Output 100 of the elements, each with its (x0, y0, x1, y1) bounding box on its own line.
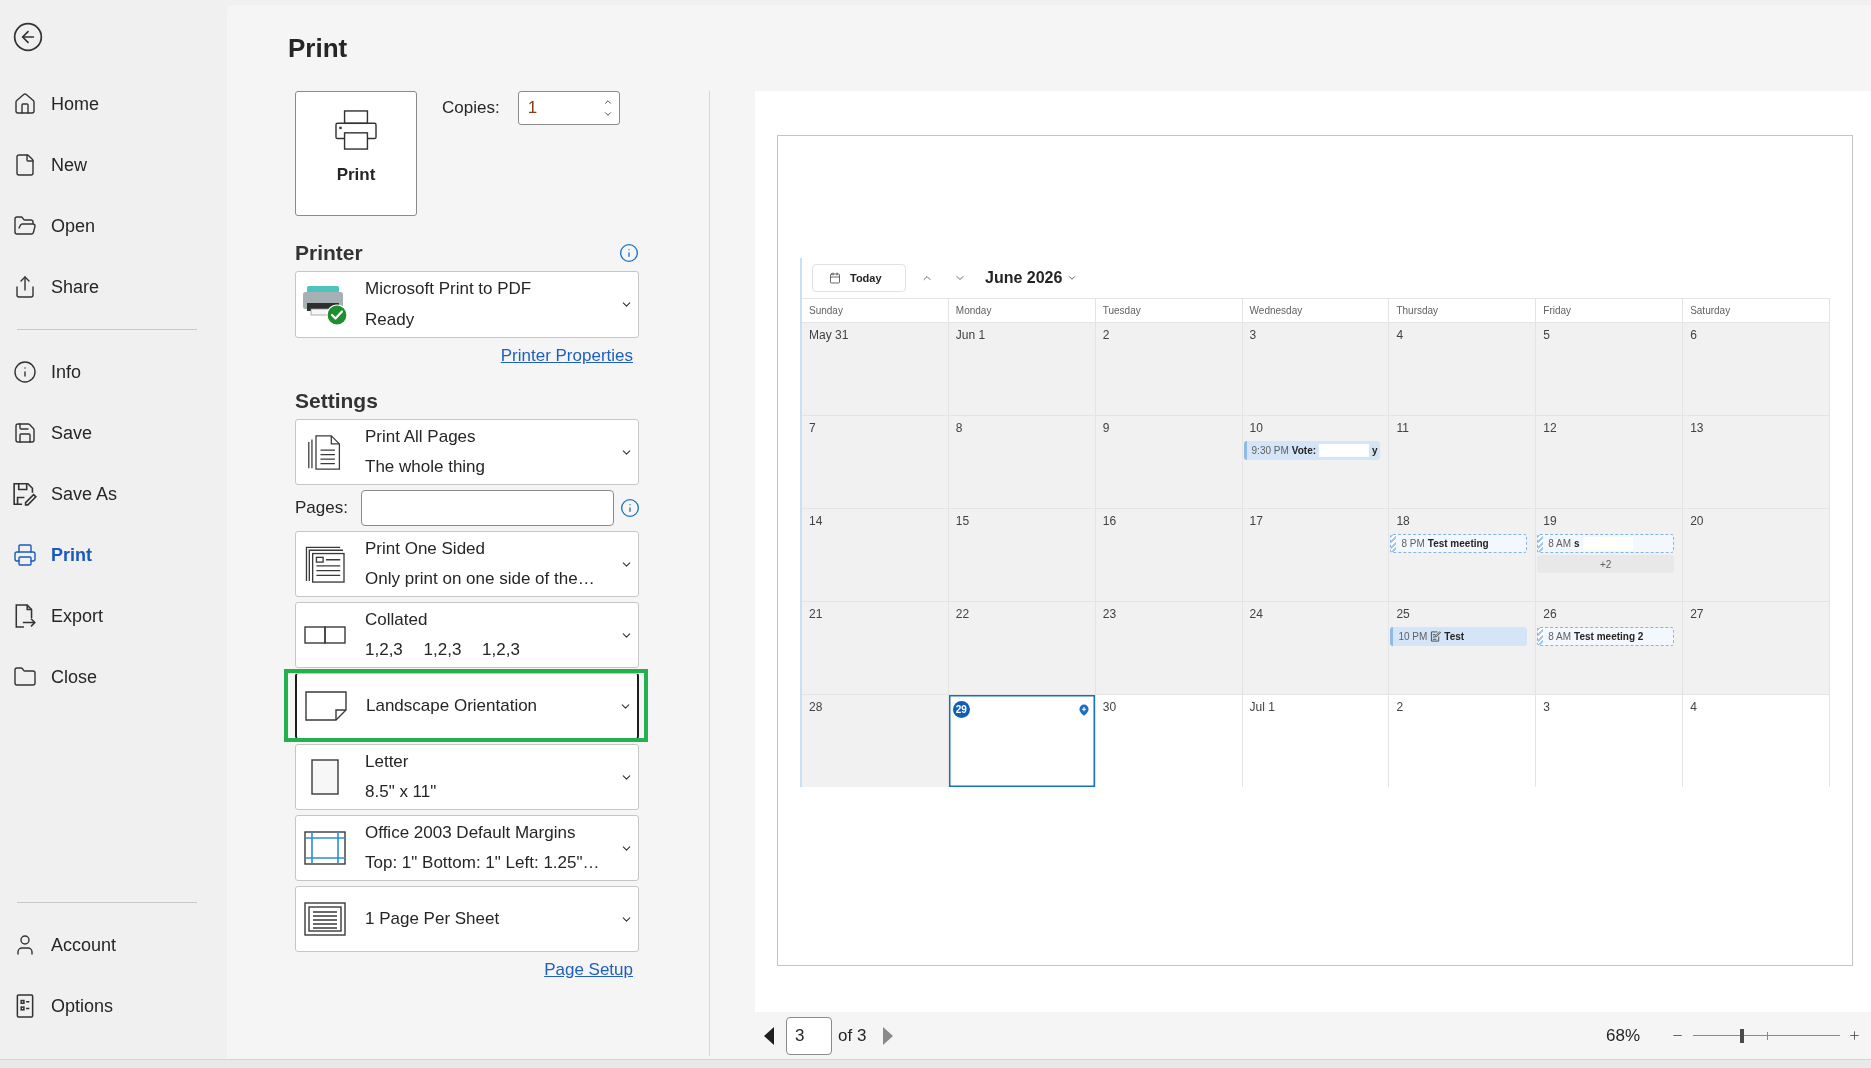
day-cell[interactable]: 20 (1683, 509, 1830, 602)
day-cell[interactable]: 17 (1242, 509, 1390, 602)
day-number: 15 (955, 514, 970, 528)
day-cell[interactable]: 16 (1095, 509, 1243, 602)
info-icon[interactable] (619, 243, 639, 263)
day-number: 21 (809, 607, 823, 621)
day-number: 8 (955, 421, 963, 435)
day-cell[interactable]: 29 (948, 695, 1096, 787)
page-setup-link[interactable]: Page Setup (544, 960, 633, 980)
month-dropdown[interactable]: June 2026 (985, 266, 1078, 290)
day-cell[interactable]: 10 9:30 PM Vote: y (1242, 416, 1390, 509)
day-number: 2 (1396, 700, 1404, 714)
weekday-header: Thursday (1389, 299, 1537, 323)
page-lines-icon (304, 902, 346, 936)
day-cell[interactable]: 21 (802, 602, 949, 695)
day-cell[interactable]: 3 (1242, 323, 1390, 416)
settings-dropdown[interactable]: Office 2003 Default Margins Top: 1" Bottom: 1" Left: 1.25"… (295, 815, 639, 881)
day-number: 13 (1690, 421, 1704, 435)
calendar-event[interactable]: 9:30 PM Vote: y (1243, 441, 1381, 460)
sidebar-item[interactable]: Home (0, 79, 227, 129)
print-button[interactable]: Print (295, 91, 417, 216)
day-number: 18 (1396, 514, 1410, 528)
more-events-button[interactable]: +2 (1537, 555, 1675, 573)
weekday-header: Saturday (1683, 299, 1830, 323)
day-cell[interactable]: 25 10 PM Test (1389, 602, 1537, 695)
sidebar-item[interactable]: Save As (0, 469, 227, 519)
pages-field[interactable] (361, 490, 614, 526)
day-cell[interactable]: 9 (1095, 416, 1243, 509)
day-cell[interactable]: 13 (1683, 416, 1830, 509)
chevron-down-icon[interactable] (602, 109, 613, 119)
settings-dropdown[interactable]: Landscape Orientation (295, 673, 639, 739)
triangle-right-icon[interactable] (883, 1026, 894, 1045)
calendar-event[interactable]: 8 AM Test meeting 2 (1537, 627, 1675, 646)
settings-dropdown[interactable]: Print All Pages The whole thing (295, 419, 639, 485)
day-cell[interactable]: 12 (1536, 416, 1684, 509)
calendar-event[interactable]: 8 PM Test meeting (1390, 534, 1528, 553)
day-cell[interactable]: 28 (802, 695, 949, 787)
folder-open-icon (13, 214, 37, 238)
slider-thumb[interactable] (1739, 1028, 1744, 1043)
printer-icon (335, 110, 377, 150)
day-cell[interactable]: 8 (948, 416, 1096, 509)
chevron-up-icon[interactable] (602, 97, 613, 107)
sidebar-item[interactable]: Open (0, 201, 227, 251)
settings-dropdown[interactable]: 1 Page Per Sheet (295, 886, 639, 952)
day-cell[interactable]: 4 (1389, 323, 1537, 416)
day-number: May 31 (809, 328, 849, 342)
calendar-event[interactable]: 10 PM Test (1390, 627, 1528, 646)
page-number-field[interactable]: 3 (786, 1016, 832, 1055)
two-pages-icon (304, 626, 346, 644)
day-cell[interactable]: 14 (802, 509, 949, 602)
check-circle-icon (326, 303, 348, 326)
info-icon[interactable] (620, 498, 640, 518)
calendar-event[interactable]: 8 AM s (1537, 534, 1675, 553)
day-number: 22 (955, 607, 970, 621)
portrait-page-icon (311, 759, 339, 795)
day-cell[interactable]: 23 (1095, 602, 1243, 695)
page-count: of 3 (838, 1024, 867, 1047)
section-heading: Printer (295, 240, 363, 267)
today-button[interactable]: Today (812, 264, 906, 292)
copies-label: Copies: (442, 97, 500, 120)
day-cell[interactable]: 18 8 PM Test meeting (1389, 509, 1537, 602)
day-cell[interactable]: 22 (948, 602, 1096, 695)
day-cell[interactable]: 19 8 AM s +2 (1536, 509, 1684, 602)
printer-dropdown[interactable]: Microsoft Print to PDF Ready (295, 271, 639, 338)
printer-properties-link[interactable]: Printer Properties (500, 346, 633, 366)
settings-dropdown[interactable]: Letter 8.5" x 11" (295, 744, 639, 810)
sidebar-item[interactable]: Share (0, 262, 227, 312)
sidebar-item[interactable]: Close (0, 652, 227, 702)
save-icon (13, 421, 37, 445)
day-cell[interactable]: 6 (1683, 323, 1830, 416)
day-number: 4 (1690, 700, 1697, 714)
day-cell[interactable]: 15 (948, 509, 1096, 602)
sidebar-item[interactable]: Info (0, 347, 227, 397)
day-cell[interactable]: 26 8 AM Test meeting 2 (1536, 602, 1684, 695)
sidebar-item[interactable]: Export (0, 591, 227, 641)
day-cell[interactable]: 7 (802, 416, 949, 509)
day-cell[interactable]: Jun 1 (948, 323, 1096, 416)
day-cell[interactable]: 2 (1095, 323, 1243, 416)
sidebar-item[interactable]: New (0, 140, 227, 190)
document-lines-icon (305, 545, 345, 583)
sidebar-item[interactable]: Account (0, 920, 227, 970)
sidebar-item[interactable]: Save (0, 408, 227, 458)
settings-dropdown[interactable]: Print One Sided Only print on one side of the… (295, 531, 639, 597)
day-cell[interactable]: May 31 (802, 323, 949, 416)
day-cell[interactable]: 5 (1536, 323, 1684, 416)
day-number: 3 (1249, 328, 1257, 342)
sidebar-item[interactable]: Print (0, 530, 227, 580)
triangle-left-icon[interactable] (764, 1026, 774, 1045)
copies-field[interactable]: 1 (517, 91, 620, 125)
day-number: 17 (1249, 514, 1263, 528)
day-cell[interactable]: 11 (1389, 416, 1537, 509)
day-number: 6 (1690, 328, 1697, 342)
settings-dropdown[interactable]: Collated 1,2,3 1,2,3 1,2,3 (295, 602, 639, 668)
day-cell[interactable]: 24 (1242, 602, 1390, 695)
day-cell[interactable]: 27 (1683, 602, 1830, 695)
sidebar-item[interactable]: Options (0, 981, 227, 1031)
weekday-header: Monday (948, 299, 1096, 323)
home-icon (13, 92, 37, 116)
pages-label: Pages: (295, 497, 349, 520)
plus-icon[interactable] (1848, 1029, 1861, 1042)
